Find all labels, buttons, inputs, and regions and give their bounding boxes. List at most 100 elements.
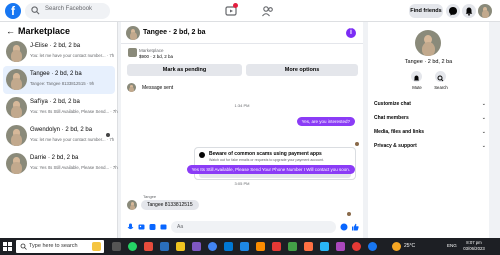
app-icon[interactable] bbox=[272, 242, 281, 251]
conversation-preview: You: Yes Its Still Available, Please Sen… bbox=[30, 109, 118, 114]
contact-avatar[interactable] bbox=[415, 30, 441, 56]
app-icon[interactable] bbox=[368, 242, 377, 251]
info-icon[interactable]: i bbox=[346, 28, 356, 38]
back-arrow-icon[interactable]: ← bbox=[6, 26, 15, 36]
bell-icon bbox=[465, 7, 473, 16]
timestamp: 3:05 PM bbox=[234, 181, 250, 186]
listing-price: $900 · 2 bd, 2 ba bbox=[139, 54, 174, 59]
app-icon[interactable] bbox=[160, 242, 169, 251]
file-explorer-icon[interactable] bbox=[176, 242, 185, 251]
search-input[interactable]: Search Facebook bbox=[25, 3, 110, 19]
windows-start-icon[interactable] bbox=[3, 242, 12, 251]
conversation-item-active[interactable]: Tangee · 2 bd, 2 ba Tangee: Tangee 81338… bbox=[3, 66, 115, 94]
app-icon[interactable] bbox=[320, 242, 329, 251]
conversation-item[interactable]: Darrie · 2 bd, 2 ba You: Yes Its Still A… bbox=[3, 150, 118, 178]
app-icon[interactable] bbox=[336, 242, 345, 251]
scam-warning-card: Beware of common scams using payment app… bbox=[194, 147, 356, 180]
messenger-button[interactable] bbox=[446, 4, 460, 18]
facebook-logo[interactable]: f bbox=[5, 3, 21, 19]
incoming-message[interactable]: Tangee 8133812515 bbox=[141, 200, 199, 210]
section-chat-members[interactable]: Chat members ⌄ bbox=[374, 115, 486, 121]
avatar bbox=[6, 69, 27, 90]
search-icon bbox=[437, 75, 444, 82]
chat-panel: Tangee · 2 bd, 2 ba i Marketplace $900 ·… bbox=[121, 22, 363, 238]
search-placeholder: Search Facebook bbox=[45, 6, 93, 12]
messenger-icon bbox=[449, 7, 457, 16]
chat-title[interactable]: Tangee · 2 bd, 2 ba bbox=[143, 29, 206, 36]
outgoing-message[interactable]: Yes Its Still Available, Please Send You… bbox=[186, 165, 355, 174]
avatar bbox=[6, 153, 27, 174]
conversation-name: Tangee · 2 bd, 2 ba bbox=[30, 71, 82, 77]
avatar bbox=[127, 200, 137, 210]
photo-icon[interactable] bbox=[138, 223, 145, 231]
notification-badge bbox=[233, 3, 238, 8]
app-icon[interactable] bbox=[256, 242, 265, 251]
chevron-down-icon: ⌄ bbox=[481, 143, 486, 149]
edge-icon[interactable] bbox=[224, 242, 233, 251]
unread-dot bbox=[106, 133, 110, 137]
mark-as-pending-button[interactable]: Mark as pending bbox=[127, 64, 242, 76]
app-icon[interactable] bbox=[304, 242, 313, 251]
copilot-icon[interactable] bbox=[92, 242, 101, 251]
taskbar-search-input[interactable]: Type here to search bbox=[16, 240, 104, 253]
conversation-name: Saf'iya · 2 bd, 2 ba bbox=[30, 99, 80, 105]
chevron-down-icon: ⌄ bbox=[481, 101, 486, 107]
shield-icon bbox=[199, 152, 205, 158]
notifications-button[interactable] bbox=[462, 4, 476, 18]
language-indicator[interactable]: ENG bbox=[447, 243, 457, 248]
sticker-icon[interactable] bbox=[149, 223, 156, 231]
conversation-name: Darrie · 2 bd, 2 ba bbox=[30, 155, 79, 161]
search-conversation-button[interactable] bbox=[435, 71, 446, 82]
task-view-icon[interactable] bbox=[112, 242, 121, 251]
app-icon[interactable] bbox=[240, 242, 249, 251]
weather-temperature[interactable]: 25°C bbox=[404, 243, 415, 249]
section-customize-chat[interactable]: Customize chat ⌄ bbox=[374, 101, 486, 107]
system-message-text: Message sent bbox=[142, 85, 174, 91]
conversation-list-panel: ← Marketplace J-Elise · 2 bd, 2 ba You: … bbox=[0, 22, 118, 238]
find-friends-button[interactable]: Find friends bbox=[409, 4, 443, 18]
groups-icon[interactable] bbox=[261, 4, 275, 18]
avatar bbox=[127, 83, 136, 92]
conversation-item[interactable]: Gwendolyn · 2 bd, 2 ba You: let me have … bbox=[3, 122, 115, 150]
microphone-icon[interactable] bbox=[127, 223, 134, 231]
mute-button[interactable] bbox=[411, 71, 422, 82]
app-icon[interactable] bbox=[352, 242, 361, 251]
scam-warning-description: Watch out for fake emails or requests to… bbox=[209, 158, 324, 162]
message-composer: Aa bbox=[121, 217, 363, 238]
section-media-files-links[interactable]: Media, files and links ⌄ bbox=[374, 129, 486, 135]
section-label: Customize chat bbox=[374, 101, 411, 107]
app-icon[interactable] bbox=[144, 242, 153, 251]
chrome-icon[interactable] bbox=[208, 242, 217, 251]
weather-icon bbox=[392, 242, 401, 251]
emoji-icon[interactable] bbox=[340, 223, 348, 231]
clock-date: 03/06/2023 bbox=[463, 246, 485, 251]
app-icon[interactable] bbox=[288, 242, 297, 251]
clock[interactable]: 8:07 pm 03/06/2023 bbox=[459, 240, 489, 252]
search-icon bbox=[20, 243, 27, 250]
more-options-button[interactable]: More options bbox=[246, 64, 358, 76]
chat-details-panel: Tangee · 2 bd, 2 ba Mute Search Customiz… bbox=[368, 22, 489, 238]
message-input[interactable]: Aa bbox=[171, 221, 336, 233]
avatar bbox=[126, 26, 140, 40]
conversation-preview: You: Yes Its Still Available, Please Sen… bbox=[30, 165, 118, 170]
conversation-item[interactable]: J-Elise · 2 bd, 2 ba You: let me have yo… bbox=[3, 38, 115, 66]
profile-avatar[interactable] bbox=[478, 4, 492, 18]
app-icon[interactable] bbox=[192, 242, 201, 251]
taskbar-search-placeholder: Type here to search bbox=[29, 243, 78, 249]
thumbs-up-icon[interactable] bbox=[351, 223, 359, 231]
whatsapp-icon[interactable] bbox=[128, 242, 137, 251]
scam-warning-title: Beware of common scams using payment app… bbox=[209, 151, 322, 157]
timestamp: 1:34 PM bbox=[234, 103, 250, 108]
conversation-preview: You: let me have your contact number... … bbox=[30, 137, 115, 142]
outgoing-message[interactable]: Yes, are you interested? bbox=[296, 117, 355, 126]
listing-label: Marketplace bbox=[139, 48, 164, 53]
gif-icon[interactable] bbox=[160, 223, 167, 231]
conversation-preview: Tangee: Tangee 8133812515 · 9h bbox=[30, 81, 95, 86]
avatar bbox=[6, 125, 27, 146]
section-privacy-support[interactable]: Privacy & support ⌄ bbox=[374, 143, 486, 149]
message-input-placeholder: Aa bbox=[177, 224, 184, 230]
section-label: Media, files and links bbox=[374, 129, 425, 135]
bell-icon bbox=[414, 75, 419, 81]
conversation-item[interactable]: Saf'iya · 2 bd, 2 ba You: Yes Its Still … bbox=[3, 94, 118, 122]
listing-thumbnail[interactable] bbox=[128, 48, 137, 57]
